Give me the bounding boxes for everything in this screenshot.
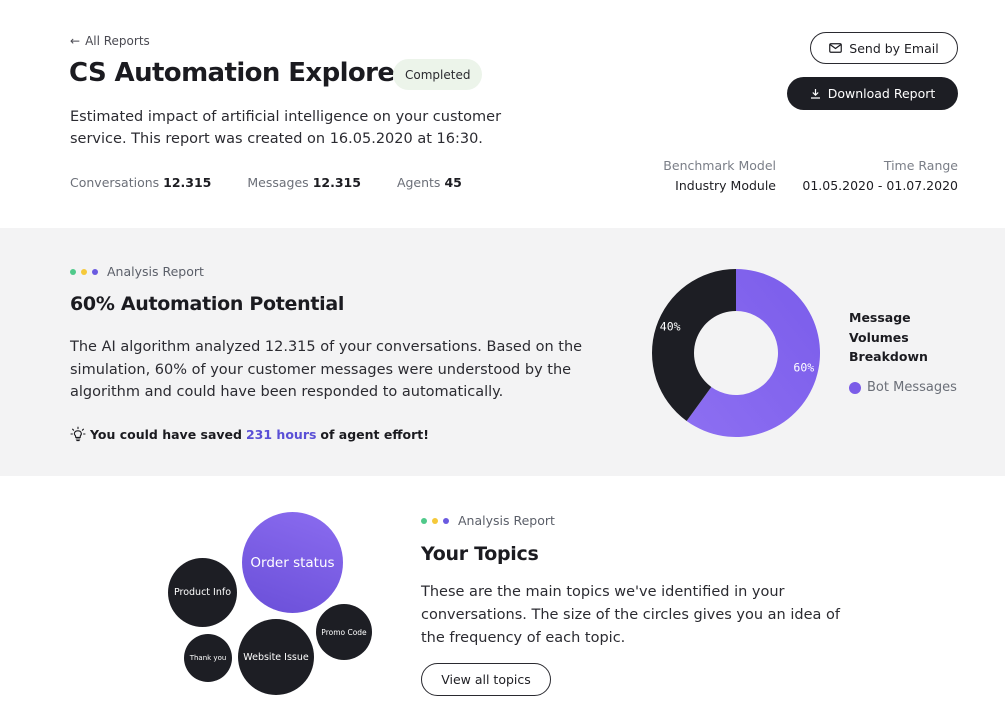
saved-suffix: of agent effort!: [320, 426, 429, 442]
topic-bubble-promo-code[interactable]: Promo Code: [316, 604, 372, 660]
topic-label: Thank you: [189, 654, 227, 662]
topics-eyebrow: Analysis Report: [421, 513, 555, 528]
page-title: CS Automation Explorer: [69, 58, 407, 88]
stat-label: Messages: [247, 175, 309, 190]
saved-hours-value: 231 hours: [245, 426, 317, 442]
analysis-eyebrow-label: Analysis Report: [107, 264, 204, 279]
dots-icon: [421, 517, 449, 524]
stat-value: 45: [444, 175, 462, 190]
topic-bubble-order-status[interactable]: Order status: [242, 512, 343, 613]
lightbulb-icon: [70, 426, 86, 442]
topic-label: Website Issue: [243, 651, 309, 663]
stat-value: 12.315: [163, 175, 212, 190]
report-stats: Conversations 12.315 Messages 12.315 Age…: [70, 175, 498, 190]
stat-value: 12.315: [312, 175, 361, 190]
send-email-label: Send by Email: [849, 40, 939, 56]
saved-hours-note: You could have saved 231 hours of agent …: [70, 426, 429, 442]
report-description: Estimated impact of artificial intellige…: [70, 109, 502, 147]
topic-bubble-thank-you[interactable]: Thank you: [184, 634, 232, 682]
analysis-eyebrow: Analysis Report: [70, 264, 204, 279]
stat-label: Agents: [396, 175, 441, 190]
dots-icon: [70, 268, 98, 275]
topic-label: Product Info: [173, 587, 232, 598]
analysis-body: The AI algorithm analyzed 12.315 of your…: [70, 339, 583, 400]
download-report-button[interactable]: Download Report: [787, 77, 958, 110]
message-volume-donut-chart: 60% 40%: [652, 269, 820, 437]
arrow-left-icon: ←: [70, 34, 81, 48]
stat-label: Conversations: [70, 175, 160, 190]
time-range-value: 01.05.2020 - 01.07.2020: [802, 178, 958, 193]
donut-slice-label: 40%: [660, 319, 681, 333]
legend-swatch: [849, 381, 861, 394]
stat-conversations: Conversations 12.315: [70, 175, 211, 190]
time-range: Time Range 01.05.2020 - 01.07.2020: [802, 156, 958, 196]
topics-title: Your Topics: [421, 543, 539, 565]
back-link-label: All Reports: [85, 34, 150, 48]
back-link[interactable]: ← All Reports: [70, 34, 150, 48]
download-icon: [810, 89, 820, 99]
mail-icon: [829, 43, 843, 53]
topics-body: These are the main topics we've identifi…: [421, 584, 840, 646]
analysis-title: 60% Automation Potential: [70, 293, 345, 315]
donut-slice-label: 60%: [793, 361, 814, 375]
stat-messages: Messages 12.315: [247, 175, 361, 190]
view-all-topics-button[interactable]: View all topics: [421, 663, 551, 696]
benchmark-value: Industry Module: [675, 178, 776, 193]
saved-prefix: You could have saved: [90, 426, 242, 442]
time-range-label: Time Range: [883, 158, 958, 173]
topic-label: Order status: [250, 554, 335, 571]
legend-label: Bot Messages: [867, 380, 957, 395]
topic-bubble-product-info[interactable]: Product Info: [168, 558, 237, 627]
send-email-button[interactable]: Send by Email: [810, 32, 958, 64]
legend-item-bot-messages[interactable]: Bot Messages: [849, 380, 957, 395]
topic-bubble-website-issue[interactable]: Website Issue: [238, 619, 314, 695]
status-badge: Completed: [393, 59, 483, 90]
topics-eyebrow-label: Analysis Report: [458, 513, 555, 528]
view-all-topics-label: View all topics: [441, 672, 531, 687]
benchmark-label: Benchmark Model: [663, 158, 776, 173]
download-report-label: Download Report: [827, 86, 936, 101]
topic-label: Promo Code: [321, 627, 367, 637]
chart-title: Message Volumes Breakdown: [849, 310, 928, 364]
stat-agents: Agents 45: [397, 175, 462, 190]
benchmark-model: Benchmark Model Industry Module: [663, 156, 776, 196]
